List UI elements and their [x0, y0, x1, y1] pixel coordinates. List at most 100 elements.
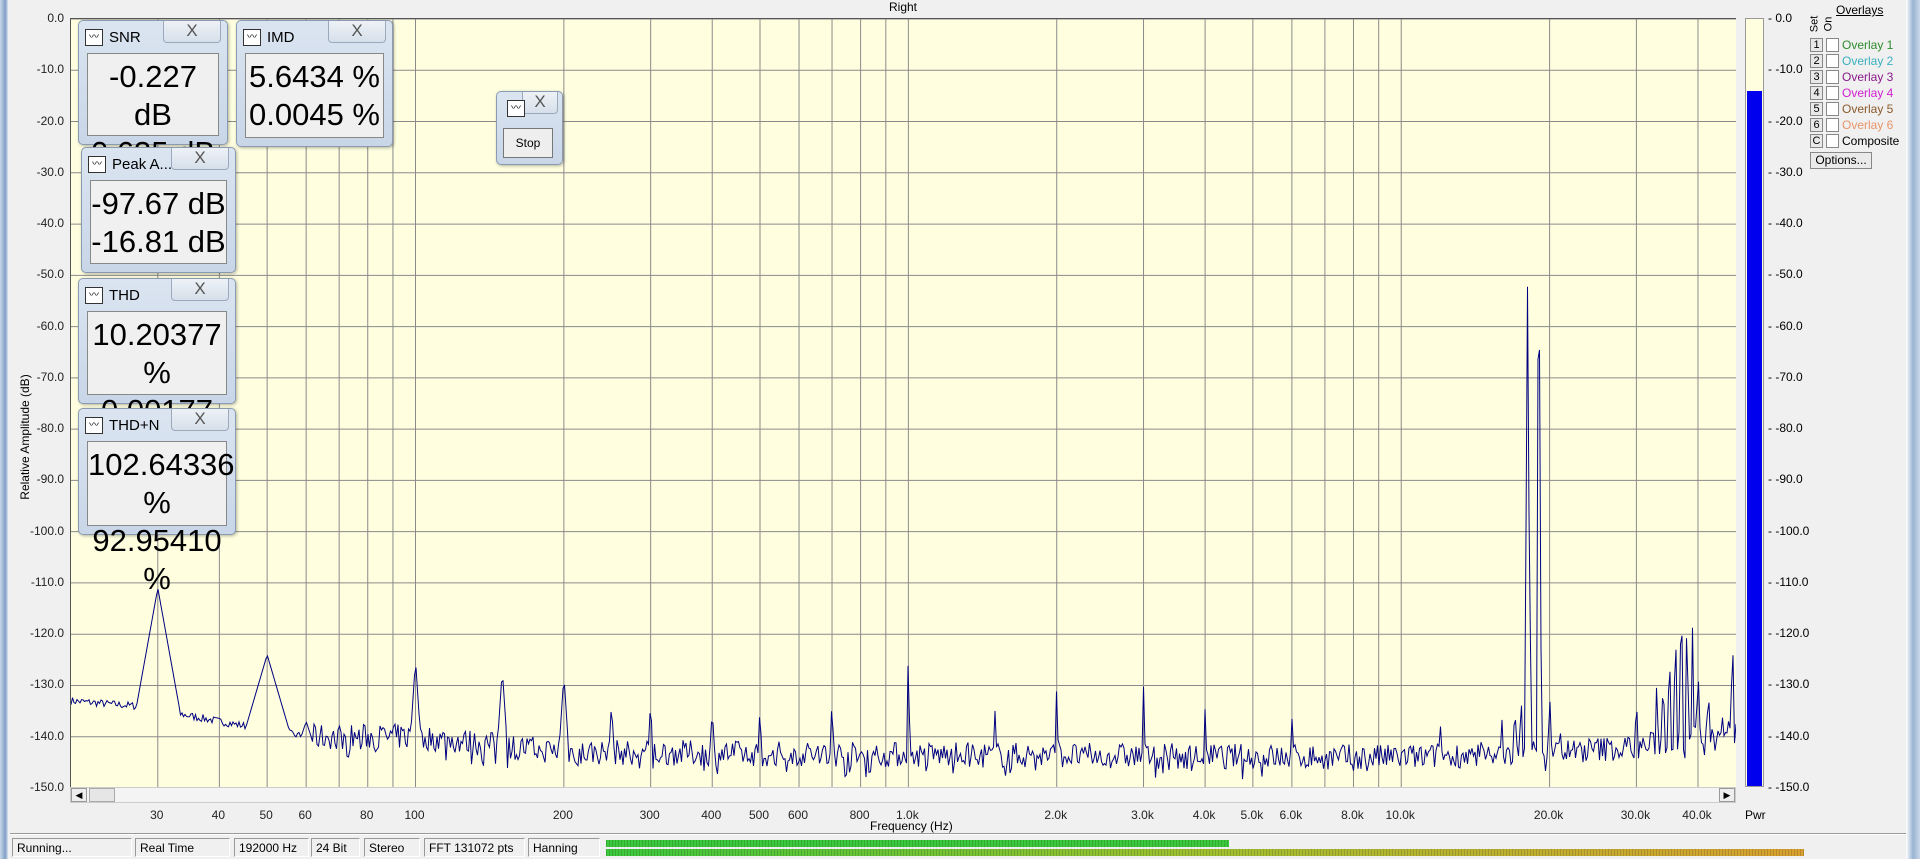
meter-tick-label: - -70.0 — [1768, 369, 1803, 384]
scroll-right-button[interactable]: ▶ — [1719, 788, 1735, 802]
overlay-set-button[interactable]: 4 — [1810, 86, 1823, 100]
status-running: Running... — [12, 838, 132, 857]
x-tick-label: 10.0k — [1385, 808, 1415, 822]
value-2: -16.81 dB — [91, 224, 226, 259]
overlay-on-checkbox[interactable] — [1826, 54, 1839, 68]
overlay-set-button[interactable]: C — [1810, 134, 1823, 148]
widget-values: 10.20377 %0.00177 % — [87, 311, 227, 466]
set-column-label: Set — [1808, 15, 1821, 33]
value-2: 0.0045 % — [249, 97, 380, 132]
x-tick-label: 200 — [552, 808, 573, 822]
overlay-set-button[interactable]: 5 — [1810, 102, 1823, 116]
meter-tick-label: - -110.0 — [1768, 574, 1809, 589]
widget-values: 102.64336 % 92.95410 % — [87, 441, 235, 596]
stop-widget[interactable]: X 〰 Stop — [496, 91, 563, 165]
overlay-on-checkbox[interactable] — [1826, 38, 1839, 52]
value-1: 5.6434 % — [249, 59, 380, 94]
y-tick-label: -90.0 — [36, 472, 64, 487]
meter-tick-label: - -150.0 — [1768, 780, 1810, 794]
status-channels: Stereo — [364, 838, 420, 857]
overlay-on-checkbox[interactable] — [1826, 134, 1839, 148]
x-tick-label: 500 — [748, 808, 770, 822]
thd-widget[interactable]: 〰 THD X 10.20377 %0.00177 % — [78, 278, 236, 466]
x-tick-label: 20.0k — [1533, 808, 1564, 822]
y-tick-label: -60.0 — [36, 318, 64, 333]
close-icon[interactable]: X — [328, 21, 386, 43]
options-button[interactable]: Options... — [1810, 152, 1872, 169]
x-tick-label: 50 — [259, 808, 273, 822]
meter-tick-label: - -90.0 — [1768, 472, 1803, 487]
x-tick-label: 6.0k — [1279, 808, 1303, 822]
close-icon[interactable]: X — [171, 279, 229, 301]
meter-tick-label: - -100.0 — [1768, 523, 1810, 538]
x-tick-label: 40.0k — [1682, 808, 1712, 822]
power-meter-fill — [1747, 90, 1762, 786]
close-icon[interactable]: X — [163, 21, 221, 43]
waveform-icon: 〰 — [85, 287, 103, 304]
overlay-label: Composite — [1842, 134, 1900, 148]
x-tick-label: 8.0k — [1341, 808, 1364, 822]
x-tick-label: 2.0k — [1044, 808, 1068, 822]
overlay-set-button[interactable]: 1 — [1810, 38, 1823, 52]
x-tick-label: 300 — [639, 808, 660, 822]
scroll-left-button[interactable]: ◀ — [71, 788, 87, 802]
overlay-on-checkbox[interactable] — [1826, 86, 1839, 100]
peak-amplitude-widget[interactable]: 〰 Peak A... X -97.67 dB -16.81 dB — [81, 147, 236, 273]
meter-tick-label: - -60.0 — [1768, 318, 1803, 333]
on-column-label: On — [1822, 16, 1835, 32]
snr-widget[interactable]: 〰 SNR X -0.227 dB0.635 dB — [78, 20, 228, 170]
power-meter-label: Pwr — [1745, 808, 1766, 822]
stop-button[interactable]: Stop — [503, 128, 553, 158]
close-icon[interactable]: X — [522, 92, 558, 114]
y-tick-label: -100.0 — [29, 523, 64, 538]
status-sample-rate: 192000 Hz — [234, 838, 309, 857]
y-tick-label: -50.0 — [36, 267, 64, 282]
y-tick-label: -150.0 — [29, 780, 64, 794]
overlay-label: Overlay 3 — [1842, 70, 1894, 84]
x-tick-label: 30 — [150, 808, 164, 822]
input-level-bar-bottom — [606, 849, 1804, 856]
overlay-set-button[interactable]: 6 — [1810, 118, 1823, 132]
widget-title: IMD — [267, 29, 295, 46]
waveform-icon: 〰 — [85, 417, 103, 434]
y-tick-label: -30.0 — [36, 164, 64, 179]
overlay-set-button[interactable]: 2 — [1810, 54, 1823, 68]
imd-widget[interactable]: 〰 IMD X 5.6434 % 0.0045 % — [236, 20, 393, 147]
overlays-title: Overlays — [1836, 3, 1884, 17]
overlay-on-checkbox[interactable] — [1826, 102, 1839, 116]
horizontal-scrollbar[interactable]: ◀ ▶ — [70, 787, 1736, 803]
input-level-bar-top — [606, 840, 1229, 847]
overlay-label: Overlay 1 — [1842, 38, 1894, 52]
close-icon[interactable]: X — [171, 148, 229, 170]
overlays-panel: Overlays Set On 1 Overlay 1 2 Overlay 2 3 Ove… — [1808, 0, 1906, 170]
y-tick-label: 0.0 — [47, 11, 64, 25]
widget-title: Peak A... — [112, 156, 173, 173]
y-tick-label: -140.0 — [29, 728, 64, 743]
meter-tick-label: - -30.0 — [1768, 164, 1803, 179]
value-2: 92.95410 % — [92, 523, 222, 596]
scroll-thumb[interactable] — [89, 788, 115, 802]
widget-title: THD+N — [109, 417, 160, 434]
thd-n-widget[interactable]: 〰 THD+N X 102.64336 % 92.95410 % — [78, 408, 236, 596]
overlay-on-checkbox[interactable] — [1826, 118, 1839, 132]
x-tick-label: 400 — [701, 808, 722, 822]
overlay-label: Overlay 2 — [1842, 54, 1894, 68]
meter-tick-label: - -10.0 — [1768, 62, 1803, 77]
overlay-set-button[interactable]: 3 — [1810, 70, 1823, 84]
status-fft-size: FFT 131072 pts — [424, 838, 525, 857]
spectrum-trace-right — [71, 286, 1736, 780]
status-separator — [10, 833, 1906, 835]
widget-values: -0.227 dB0.635 dB — [87, 53, 219, 170]
overlay-on-checkbox[interactable] — [1826, 70, 1839, 84]
meter-tick-label: - -80.0 — [1768, 421, 1803, 436]
x-tick-label: 600 — [788, 808, 809, 822]
x-tick-label: 60 — [298, 808, 312, 822]
y-tick-label: -20.0 — [36, 113, 64, 128]
overlay-label: Overlay 6 — [1842, 118, 1894, 132]
close-icon[interactable]: X — [171, 409, 229, 431]
y-tick-label: -130.0 — [29, 677, 64, 692]
y-tick-label: -10.0 — [36, 62, 64, 77]
status-bit-depth: 24 Bit — [311, 838, 360, 857]
status-bar: Running... Real Time 192000 Hz 24 Bit St… — [10, 838, 1906, 858]
widget-values: 5.6434 % 0.0045 % — [245, 53, 384, 138]
